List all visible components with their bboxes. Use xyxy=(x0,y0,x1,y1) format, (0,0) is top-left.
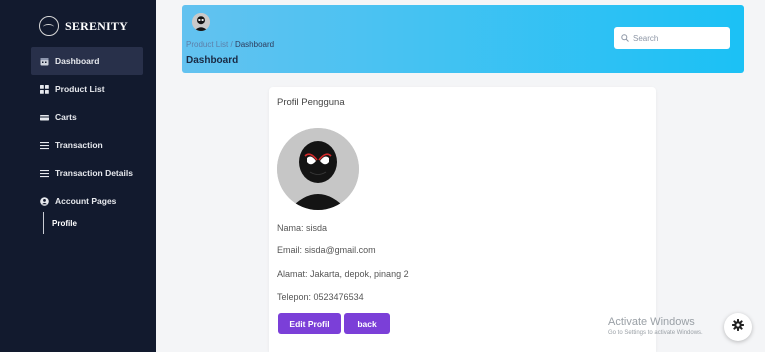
brand-logo-icon xyxy=(39,16,59,36)
sidebar-item-account-pages[interactable]: Account Pages xyxy=(31,187,143,215)
sidebar-item-product-list[interactable]: Product List xyxy=(31,75,143,103)
brand-name: SERENITY xyxy=(65,18,128,33)
sidebar: SERENITY Dashboard Product List Carts Tr… xyxy=(0,0,156,352)
settings-button[interactable] xyxy=(724,313,752,341)
page-title: Dashboard xyxy=(186,55,239,66)
brand[interactable]: SERENITY xyxy=(39,16,128,36)
user-circle-icon xyxy=(40,196,49,206)
sidebar-subitem-profile[interactable]: Profile xyxy=(43,212,77,234)
profile-email: Email: sisda@gmail.com xyxy=(277,245,376,255)
sidebar-item-label: Carts xyxy=(55,112,77,122)
profile-avatar xyxy=(277,128,359,210)
list-icon xyxy=(40,169,49,178)
search-box[interactable]: Search xyxy=(614,27,730,49)
watermark-title: Activate Windows xyxy=(608,316,695,328)
gear-icon xyxy=(732,318,744,336)
breadcrumb-separator: / xyxy=(230,40,233,49)
sidebar-item-carts[interactable]: Carts xyxy=(31,103,143,131)
profile-name: Nama: sisda xyxy=(277,223,328,233)
profile-phone: Telepon: 0523476534 xyxy=(277,292,364,302)
sidebar-item-label: Dashboard xyxy=(55,56,100,66)
page-header: Product List / Dashboard Dashboard Searc… xyxy=(182,5,744,73)
card-title: Profil Pengguna xyxy=(277,97,345,108)
activate-windows-watermark: Activate Windows Go to Settings to activ… xyxy=(608,316,703,336)
grid-icon xyxy=(40,84,49,94)
breadcrumb-link[interactable]: Product List xyxy=(186,40,228,49)
user-avatar[interactable] xyxy=(192,13,210,31)
breadcrumb-current: Dashboard xyxy=(234,40,275,49)
edit-profile-button[interactable]: Edit Profil xyxy=(278,313,341,334)
cart-icon xyxy=(40,113,49,122)
sidebar-item-transaction[interactable]: Transaction xyxy=(31,131,143,159)
search-icon xyxy=(621,29,629,47)
back-button[interactable]: back xyxy=(344,313,390,334)
profile-card: Profil Pengguna Nama: sisda Email: sisda… xyxy=(269,87,656,352)
sidebar-item-label: Product List xyxy=(55,84,105,94)
sidebar-item-dashboard[interactable]: Dashboard xyxy=(31,47,143,75)
search-input[interactable]: Search xyxy=(633,34,658,43)
sidebar-item-label: Transaction xyxy=(55,140,103,150)
sidebar-item-transaction-details[interactable]: Transaction Details xyxy=(31,159,143,187)
watermark-subtitle: Go to Settings to activate Windows. xyxy=(608,330,703,336)
sidebar-nav: Dashboard Product List Carts Transaction… xyxy=(31,47,143,215)
breadcrumb: Product List / Dashboard xyxy=(186,40,274,49)
profile-address: Alamat: Jakarta, depok, pinang 2 xyxy=(277,269,409,279)
sidebar-item-label: Transaction Details xyxy=(55,168,133,178)
calendar-icon xyxy=(40,57,49,66)
sidebar-item-label: Account Pages xyxy=(55,196,117,206)
list-icon xyxy=(40,141,49,150)
